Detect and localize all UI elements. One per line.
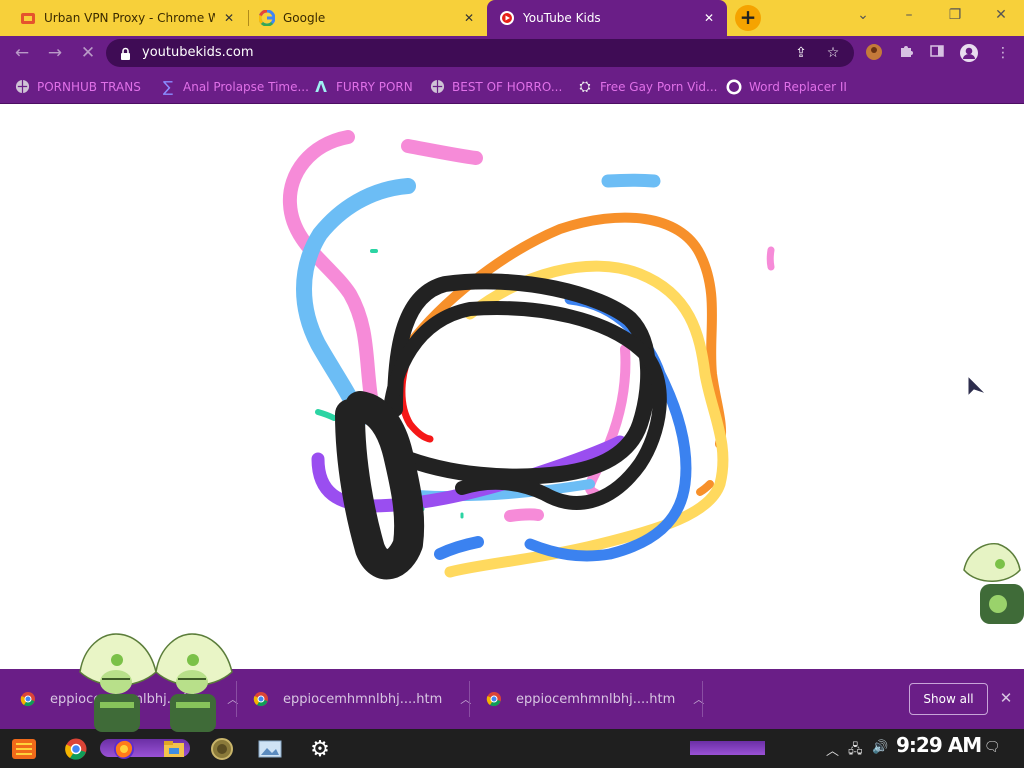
notification-icon[interactable]: 🗨: [984, 740, 1001, 755]
volume-icon[interactable]: 🔊: [872, 740, 888, 755]
taskbar-decoration: [690, 741, 765, 755]
globe-icon: [429, 79, 445, 95]
sigma-icon: ∑: [162, 78, 174, 96]
wr-icon: [726, 79, 742, 95]
download-item[interactable]: eppiocemhmnlbhj....htm ︿: [486, 669, 704, 729]
download-item[interactable]: eppiocemhmnlbhj....htm ︿: [253, 669, 471, 729]
close-downloads-icon[interactable]: ✕: [996, 688, 1016, 708]
firefox-taskbar-icon[interactable]: [108, 733, 140, 765]
bookmark-item[interactable]: PORNHUB TRANS: [14, 77, 141, 97]
close-tab-icon[interactable]: ✕: [701, 10, 717, 26]
tab-youtube-kids[interactable]: YouTube Kids ✕: [487, 0, 727, 36]
page-content[interactable]: [0, 104, 1024, 669]
share-icon[interactable]: ⇪: [792, 44, 810, 62]
tab-strip: Urban VPN Proxy - Chrome We ✕ Google ✕ Y…: [0, 0, 1024, 36]
google-icon: [258, 9, 276, 27]
stop-loading-button[interactable]: ✕: [76, 42, 100, 64]
close-tab-icon[interactable]: ✕: [461, 10, 477, 26]
forward-button[interactable]: →: [43, 42, 67, 64]
chrome-icon: [486, 692, 501, 707]
clock[interactable]: 9:29 AM: [896, 733, 982, 757]
lock-icon[interactable]: [120, 46, 131, 65]
download-separator: [236, 681, 237, 717]
download-separator: [702, 681, 703, 717]
network-icon[interactable]: 🖧: [848, 740, 863, 762]
extensions-puzzle-icon[interactable]: [896, 43, 916, 63]
tab-google[interactable]: Google ✕: [249, 0, 487, 36]
download-filename: eppiocemhmnlbhj....htm: [283, 691, 443, 707]
url-text[interactable]: youtubekids.com: [142, 45, 254, 60]
download-separator: [469, 681, 470, 717]
badge-icon: ⛭: [579, 79, 591, 95]
back-button[interactable]: ←: [10, 42, 34, 64]
bookmark-label: Anal Prolapse Time...: [183, 80, 309, 94]
mouse-cursor-icon: [967, 374, 987, 398]
peridot-character-icon: [963, 542, 1024, 624]
minimize-button[interactable]: –: [886, 0, 932, 30]
bookmark-item[interactable]: Word Replacer II: [726, 77, 847, 97]
lambda-icon: Λ: [315, 78, 327, 96]
bookmark-label: FURRY PORN: [336, 80, 413, 94]
bookmark-label: BEST OF HORRO...: [452, 80, 563, 94]
image-viewer-taskbar-icon[interactable]: [254, 733, 286, 765]
scribble-drawing: [282, 130, 775, 580]
settings-gear-icon[interactable]: ⚙: [304, 733, 336, 765]
bookmark-item[interactable]: ⛭ Free Gay Porn Vid...: [577, 77, 717, 97]
youtube-kids-icon: [499, 10, 515, 26]
taskbar: ⚙ ︿ 🖧 🔊 9:29 AM 🗨: [0, 729, 1024, 768]
bookmark-star-icon[interactable]: ☆: [824, 44, 842, 62]
chevron-up-icon[interactable]: ︿: [826, 740, 839, 759]
menu-kebab-icon[interactable]: ⋮: [993, 43, 1013, 63]
profile-avatar-icon[interactable]: [959, 43, 979, 63]
download-filename: eppiocemhmnlbhj....htm: [516, 691, 676, 707]
tab-search-icon[interactable]: ⌄: [840, 0, 886, 30]
tab-title: Urban VPN Proxy - Chrome We: [44, 11, 215, 25]
bookmark-item[interactable]: BEST OF HORRO...: [429, 77, 562, 97]
bookmark-label: Free Gay Porn Vid...: [600, 80, 718, 94]
new-tab-button[interactable]: +: [735, 5, 761, 31]
start-button[interactable]: [8, 733, 40, 765]
bookmarks-bar: PORNHUB TRANS ∑ Anal Prolapse Time... Λ …: [0, 70, 1024, 104]
tab-title: Google: [283, 11, 326, 25]
chrome-icon: [20, 692, 35, 707]
bookmark-label: Word Replacer II: [749, 80, 847, 94]
app-coin-taskbar-icon[interactable]: [206, 733, 238, 765]
address-bar[interactable]: youtubekids.com ⇪ ☆: [106, 39, 854, 67]
profile-extension-icon[interactable]: [864, 43, 884, 63]
tab-title: YouTube Kids: [523, 11, 601, 25]
chrome-icon: [253, 692, 268, 707]
close-window-button[interactable]: ✕: [978, 0, 1024, 30]
bookmark-label: PORNHUB TRANS: [37, 80, 141, 94]
close-tab-icon[interactable]: ✕: [221, 10, 237, 26]
chrome-taskbar-icon[interactable]: [60, 733, 92, 765]
toolbar: ← → ✕ youtubekids.com ⇪ ☆ ⋮: [0, 36, 1024, 70]
tab-urban-vpn[interactable]: Urban VPN Proxy - Chrome We ✕: [0, 0, 247, 36]
show-all-button[interactable]: Show all: [909, 683, 988, 715]
bookmark-item[interactable]: ∑ Anal Prolapse Time...: [160, 77, 309, 97]
bookmark-item[interactable]: Λ FURRY PORN: [313, 77, 413, 97]
restore-button[interactable]: ❐: [932, 0, 978, 30]
side-panel-icon[interactable]: [927, 43, 947, 63]
urban-vpn-icon: [20, 10, 36, 26]
file-explorer-taskbar-icon[interactable]: [158, 733, 190, 765]
globe-icon: [14, 79, 30, 95]
peridot-character-icon: [79, 633, 233, 732]
